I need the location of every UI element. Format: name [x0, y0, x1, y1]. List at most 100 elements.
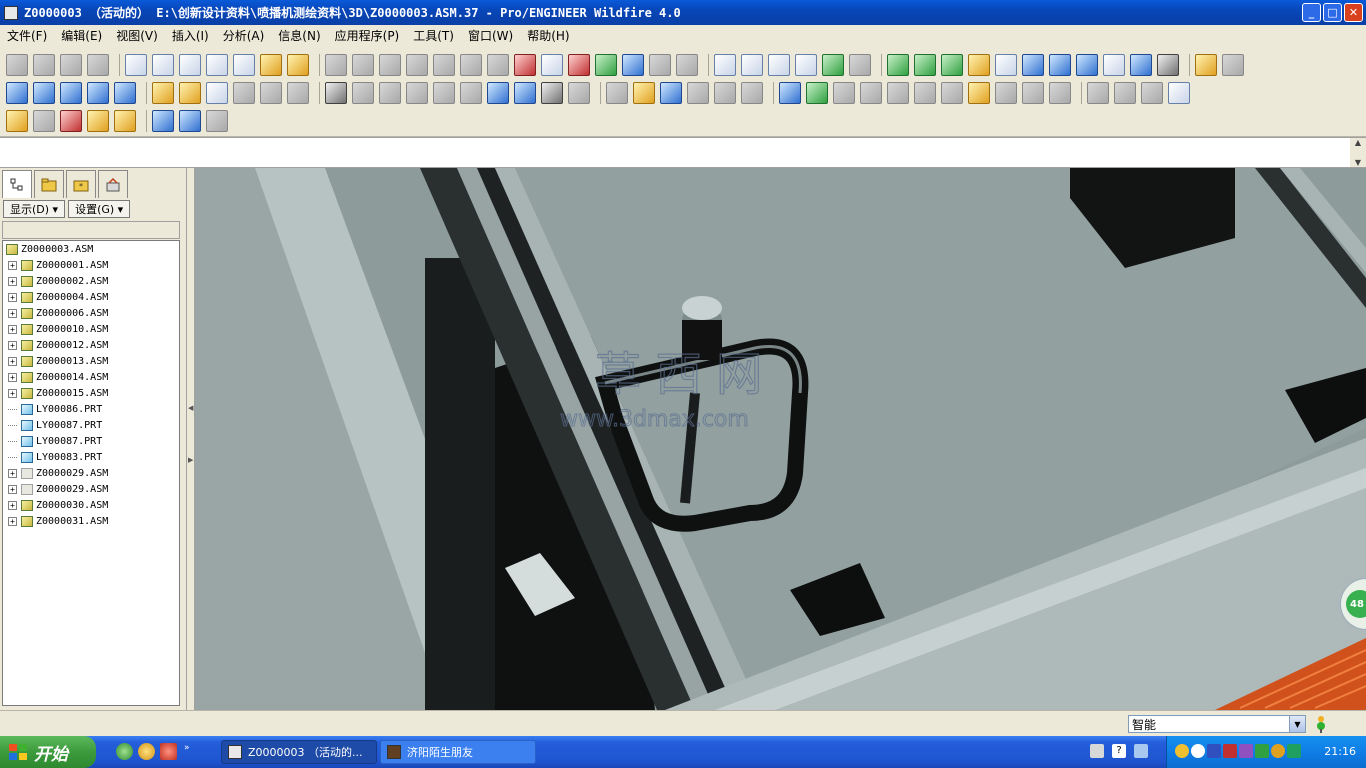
tab-folder-browser[interactable] [34, 170, 64, 198]
tree-item[interactable]: LY00087.PRT [8, 417, 102, 433]
sketch-grid-icon[interactable] [87, 54, 109, 76]
tree-root[interactable]: Z0000003.ASM [6, 241, 93, 257]
sketch-curve-icon[interactable] [6, 54, 28, 76]
appearance-icon[interactable] [887, 54, 909, 76]
geometric-tolerance-icon[interactable] [460, 54, 482, 76]
no-hidden-icon[interactable] [1141, 82, 1163, 104]
menu-info[interactable]: 信息(N) [271, 27, 327, 44]
spin-center-icon[interactable] [806, 82, 828, 104]
tree-item[interactable]: + Z0000006.ASM [8, 305, 108, 321]
print-icon[interactable] [687, 82, 709, 104]
scene-icon[interactable] [914, 54, 936, 76]
network-tray-icon[interactable] [1207, 744, 1221, 758]
repaint-icon[interactable] [779, 82, 801, 104]
message-scrollbar[interactable]: ▲ ▼ [1350, 138, 1366, 167]
perspective-icon[interactable] [995, 54, 1017, 76]
taskbar-item-proe[interactable]: Z0000003 （活动的... [221, 740, 377, 764]
whats-this-icon[interactable] [1195, 54, 1217, 76]
extrude-icon[interactable] [6, 82, 28, 104]
keyboard-icon[interactable] [1090, 744, 1104, 758]
refit-icon[interactable] [941, 82, 963, 104]
component-create-icon[interactable] [741, 54, 763, 76]
tree-item[interactable]: LY00087.PRT [8, 433, 102, 449]
analysis-feature-icon[interactable] [287, 54, 309, 76]
expand-icon[interactable]: + [8, 356, 17, 366]
selection-filter-select[interactable]: 智能 ▼ [1128, 715, 1306, 733]
menu-insert[interactable]: 插入(I) [165, 27, 216, 44]
new-file-icon[interactable] [606, 82, 628, 104]
zoom-out-icon[interactable] [914, 82, 936, 104]
maximize-button[interactable]: □ [1323, 3, 1342, 22]
tree-item[interactable]: + Z0000004.ASM [8, 289, 108, 305]
point-display-icon[interactable] [60, 110, 82, 132]
expand-icon[interactable]: + [8, 372, 17, 382]
panel-splitter[interactable]: ◀ ▶ [186, 168, 195, 710]
menu-window[interactable]: 窗口(W) [461, 27, 520, 44]
quicklaunch-media-icon[interactable] [160, 743, 177, 760]
google-tray-icon[interactable] [1191, 744, 1205, 758]
antivirus-tray-icon[interactable] [1223, 744, 1237, 758]
datum-curve-icon[interactable] [206, 54, 228, 76]
menu-analysis[interactable]: 分析(A) [216, 27, 272, 44]
regenerate-icon[interactable] [487, 82, 509, 104]
view-manager-icon[interactable] [1049, 82, 1071, 104]
datum-display-icon[interactable] [125, 54, 147, 76]
menu-file[interactable]: 文件(F) [0, 27, 54, 44]
tab-favorites[interactable]: * [66, 170, 96, 198]
regen-manager-icon[interactable] [514, 82, 536, 104]
expand-right-icon[interactable]: ▶ [188, 456, 193, 464]
graphics-window[interactable]: 草 西 网 www.3dmax.com 48 [195, 168, 1366, 710]
expand-icon[interactable]: + [8, 308, 17, 318]
select-box-icon[interactable] [568, 82, 590, 104]
component-pattern-icon[interactable] [849, 54, 871, 76]
expand-icon[interactable]: + [8, 324, 17, 334]
draft-analysis-icon[interactable] [622, 54, 644, 76]
expand-icon[interactable]: + [8, 260, 17, 270]
datum-point-icon[interactable] [233, 54, 255, 76]
find-icon[interactable] [541, 82, 563, 104]
round-icon[interactable] [260, 82, 282, 104]
paste-icon[interactable] [433, 82, 455, 104]
pan-hand-icon[interactable] [860, 82, 882, 104]
saved-views-icon[interactable] [995, 82, 1017, 104]
light-icon[interactable] [968, 54, 990, 76]
tree-item[interactable]: + Z0000030.ASM [8, 497, 108, 513]
component-replace-icon[interactable] [822, 54, 844, 76]
cut-icon[interactable] [379, 82, 401, 104]
csys-display-icon[interactable] [87, 110, 109, 132]
menu-applications[interactable]: 应用程序(P) [328, 27, 407, 44]
pointer-select-icon[interactable] [1222, 54, 1244, 76]
dihedral-analysis-icon[interactable] [649, 54, 671, 76]
taskbar-item-chat[interactable]: 济阳陌生朋友 [380, 740, 536, 764]
expand-icon[interactable]: + [8, 516, 17, 526]
wireframe-icon[interactable] [1087, 82, 1109, 104]
dimension-icon[interactable] [325, 54, 347, 76]
send-mail-icon[interactable] [714, 82, 736, 104]
chevron-down-icon[interactable]: ▼ [1289, 716, 1305, 732]
lens-icon[interactable] [1130, 54, 1152, 76]
coordinate-system-icon[interactable] [260, 54, 282, 76]
quicklaunch-more-icon[interactable]: » [184, 743, 190, 760]
axis-display-icon[interactable] [33, 110, 55, 132]
start-button[interactable]: 开始 [0, 736, 96, 768]
datum-target-icon[interactable] [379, 54, 401, 76]
shell-icon[interactable] [179, 82, 201, 104]
expand-icon[interactable]: + [8, 388, 17, 398]
tree-item[interactable]: LY00083.PRT [8, 449, 102, 465]
redo-icon[interactable] [352, 82, 374, 104]
datum-plane-icon[interactable] [152, 54, 174, 76]
reorient-icon[interactable] [968, 82, 990, 104]
tree-item[interactable]: + Z0000031.ASM [8, 513, 108, 529]
tree-item[interactable]: + Z0000029.ASM [8, 481, 108, 497]
orient-mode-icon[interactable] [833, 82, 855, 104]
section-analysis-icon[interactable] [541, 54, 563, 76]
table-icon[interactable] [406, 54, 428, 76]
window-close-icon[interactable] [206, 110, 228, 132]
window-check-icon[interactable] [179, 110, 201, 132]
security-shield-icon[interactable] [1287, 744, 1301, 758]
blend-icon[interactable] [87, 82, 109, 104]
component-list-icon[interactable] [795, 54, 817, 76]
draft-icon[interactable] [233, 82, 255, 104]
minimize-all-icon[interactable] [1134, 744, 1148, 758]
layers-icon[interactable] [1022, 82, 1044, 104]
